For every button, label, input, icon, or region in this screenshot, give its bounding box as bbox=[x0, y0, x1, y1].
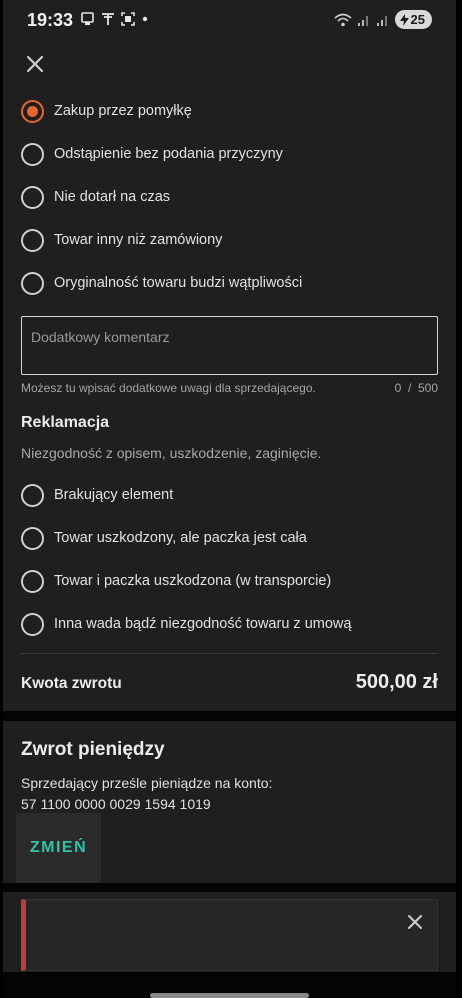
complaint-subtitle: Niezgodność z opisem, uszkodzenie, zagin… bbox=[21, 445, 322, 461]
radio-button[interactable] bbox=[21, 185, 44, 209]
radio-button[interactable] bbox=[21, 271, 44, 295]
reason-option-late[interactable]: Nie dotarł na czas bbox=[21, 183, 170, 211]
radio-button[interactable] bbox=[21, 526, 44, 550]
battery-level: 25 bbox=[410, 12, 425, 27]
signal-icon bbox=[376, 15, 387, 26]
alert-banner bbox=[21, 899, 438, 971]
section-separator bbox=[3, 711, 456, 721]
complaint-label: Brakujący element bbox=[54, 487, 174, 503]
radio-button[interactable] bbox=[21, 142, 44, 166]
dot-icon bbox=[142, 16, 148, 22]
comment-char-counter: 0 / 500 bbox=[394, 381, 438, 395]
alert-close-button[interactable] bbox=[405, 912, 425, 932]
complaint-option-missing-element[interactable]: Brakujący element bbox=[21, 481, 173, 509]
charging-icon bbox=[399, 13, 409, 26]
reason-option-different-item[interactable]: Towar inny niż zamówiony bbox=[21, 226, 222, 254]
close-icon bbox=[26, 55, 44, 73]
reason-option-authenticity[interactable]: Oryginalność towaru budzi wątpliwości bbox=[21, 269, 302, 297]
close-icon bbox=[408, 915, 422, 929]
reason-label: Nie dotarł na czas bbox=[54, 189, 171, 205]
complaint-label: Inna wada bądź niezgodność towaru z umow… bbox=[54, 616, 352, 632]
refund-title: Zwrot pieniędzy bbox=[21, 739, 165, 760]
refund-amount-label: Kwota zwrotu bbox=[21, 675, 122, 692]
home-indicator[interactable] bbox=[150, 993, 309, 998]
close-button[interactable] bbox=[23, 52, 47, 76]
status-time: 19:33 bbox=[27, 10, 74, 30]
signal-icon bbox=[357, 15, 368, 26]
refund-text: Sprzedający prześle pieniądze na konto: bbox=[21, 775, 273, 791]
comment-input[interactable]: Dodatkowy komentarz bbox=[21, 316, 438, 375]
refund-account-number: 57 1100 0000 0029 1594 1019 bbox=[21, 796, 211, 812]
complaint-title: Reklamacja bbox=[21, 414, 110, 431]
divider bbox=[21, 653, 438, 654]
complaint-option-damaged-item[interactable]: Towar uszkodzony, ale paczka jest cała bbox=[21, 524, 307, 552]
complaint-label: Towar uszkodzony, ale paczka jest cała bbox=[54, 530, 307, 546]
refund-description: Sprzedający prześle pieniądze na konto: … bbox=[21, 773, 272, 815]
change-account-button[interactable]: ZMIEŃ bbox=[16, 813, 101, 883]
battery-indicator: 25 bbox=[394, 10, 432, 29]
radio-button[interactable] bbox=[21, 228, 44, 252]
antenna-icon bbox=[102, 13, 114, 25]
reason-label: Towar inny niż zamówiony bbox=[54, 232, 223, 248]
complaint-label: Towar i paczka uszkodzona (w transporcie… bbox=[54, 573, 332, 589]
radio-button[interactable] bbox=[21, 569, 44, 593]
screenshot-icon bbox=[121, 12, 135, 26]
reason-label: Zakup przez pomyłkę bbox=[54, 103, 192, 119]
wifi-icon bbox=[334, 13, 352, 26]
status-left-icons bbox=[81, 12, 149, 26]
comment-placeholder: Dodatkowy komentarz bbox=[31, 329, 170, 345]
complaint-option-damaged-transport[interactable]: Towar i paczka uszkodzona (w transporcie… bbox=[21, 567, 331, 595]
refund-amount-value: 500,00 zł bbox=[355, 671, 438, 693]
reason-label: Odstąpienie bez podania przyczyny bbox=[54, 146, 283, 162]
status-bar: 19:33 25 bbox=[3, 0, 456, 40]
screen: 19:33 25 Zakup przez pomyłkę Odstąpienie… bbox=[3, 0, 456, 998]
comment-helper-text: Możesz tu wpisać dodatkowe uwagi dla spr… bbox=[21, 381, 316, 395]
notification-icon bbox=[81, 12, 94, 25]
radio-button-selected[interactable] bbox=[21, 99, 44, 123]
reason-option-mistake[interactable]: Zakup przez pomyłkę bbox=[21, 97, 192, 125]
status-right-icons: 25 bbox=[334, 10, 432, 29]
section-separator bbox=[3, 883, 456, 892]
complaint-option-other-defect[interactable]: Inna wada bądź niezgodność towaru z umow… bbox=[21, 610, 351, 638]
radio-button[interactable] bbox=[21, 483, 44, 507]
radio-button[interactable] bbox=[21, 612, 44, 636]
reason-label: Oryginalność towaru budzi wątpliwości bbox=[54, 275, 303, 291]
reason-option-withdrawal[interactable]: Odstąpienie bez podania przyczyny bbox=[21, 140, 283, 168]
